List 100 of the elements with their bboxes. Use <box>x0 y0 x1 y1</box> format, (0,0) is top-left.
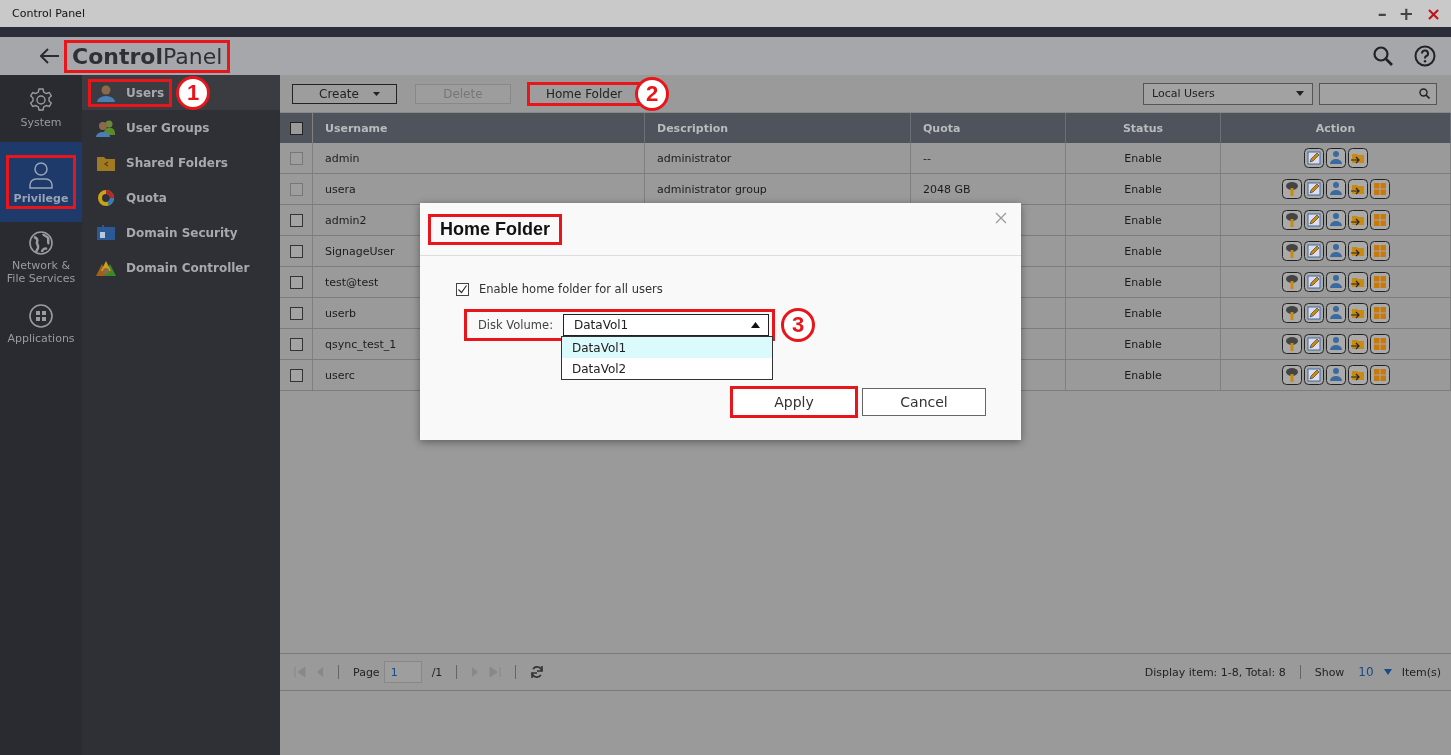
nav-label: System <box>19 117 63 130</box>
search-field[interactable] <box>1319 82 1437 105</box>
window-control[interactable]: + <box>1398 4 1414 23</box>
grid-icon[interactable] <box>1369 179 1390 199</box>
folder-share-icon[interactable] <box>1347 210 1368 230</box>
nav-item[interactable]: Privilege <box>0 142 82 222</box>
subnav-label: Domain Controller <box>126 260 250 275</box>
people-icon[interactable] <box>1325 179 1346 199</box>
table-cell: Enable <box>1124 306 1162 320</box>
column-header[interactable]: Description <box>645 113 911 143</box>
edit-icon[interactable] <box>1303 365 1324 385</box>
people-icon[interactable] <box>1325 241 1346 261</box>
nav-label: Applications <box>6 333 76 346</box>
table-cell: 2048 GB <box>923 182 971 196</box>
help-icon[interactable] <box>1414 45 1436 67</box>
row-checkbox[interactable] <box>290 275 303 289</box>
table-cell: admin <box>325 151 360 165</box>
key-icon[interactable] <box>1281 365 1302 385</box>
checkbox-label: Enable home folder for all users <box>479 282 663 296</box>
grid-icon[interactable] <box>1369 365 1390 385</box>
table-cell: test@test <box>325 275 379 289</box>
row-checkbox[interactable] <box>290 244 303 258</box>
grid-icon[interactable] <box>1369 272 1390 292</box>
window-title: Control Panel <box>12 7 86 20</box>
page-input[interactable]: 1 <box>383 661 422 683</box>
key-icon[interactable] <box>1281 210 1302 230</box>
column-header[interactable]: Action <box>1221 113 1451 143</box>
nav-item[interactable]: Applications <box>0 291 82 356</box>
grid-icon[interactable] <box>1369 334 1390 354</box>
folder-share-icon[interactable] <box>1347 303 1368 323</box>
toolbar-button[interactable]: Home Folder <box>528 83 640 104</box>
back-arrow-icon[interactable] <box>40 48 60 64</box>
folder-share-icon[interactable] <box>1347 365 1368 385</box>
folder-share-icon[interactable] <box>1347 148 1368 168</box>
subnav-label: User Groups <box>126 120 210 135</box>
key-icon[interactable] <box>1281 334 1302 354</box>
window-control[interactable]: – <box>1377 4 1387 23</box>
caret-icon <box>1296 91 1304 96</box>
refresh-icon[interactable] <box>530 665 545 679</box>
grid-icon[interactable] <box>1369 241 1390 261</box>
ring-chart-icon <box>96 188 116 207</box>
row-checkbox[interactable] <box>290 337 303 351</box>
edit-icon[interactable] <box>1303 241 1324 261</box>
folder-share-icon[interactable] <box>1347 179 1368 199</box>
table-cell: Enable <box>1124 275 1162 289</box>
edit-icon[interactable] <box>1303 210 1324 230</box>
item-summary: Display item: 1-8, Total: 8 <box>1144 665 1286 679</box>
dropdown-option[interactable]: DataVol2 <box>562 358 772 379</box>
grid-icon[interactable] <box>1369 210 1390 230</box>
edit-icon[interactable] <box>1303 179 1324 199</box>
toolbar-button[interactable]: Create <box>292 83 397 104</box>
key-icon[interactable] <box>1281 272 1302 292</box>
checkbox[interactable] <box>456 282 469 296</box>
caret-icon[interactable] <box>1383 669 1392 675</box>
dropdown-option[interactable]: DataVol1 <box>562 337 772 358</box>
subnav-item[interactable]: Shared Folders <box>82 145 280 180</box>
row-checkbox[interactable] <box>290 306 303 320</box>
folder-share-icon[interactable] <box>1347 272 1368 292</box>
callout-number: 3 <box>781 308 815 342</box>
folder-share-icon[interactable] <box>1347 334 1368 354</box>
search-icon[interactable] <box>1372 45 1394 67</box>
edit-icon[interactable] <box>1303 334 1324 354</box>
select-all-checkbox[interactable] <box>290 121 303 135</box>
user-icon <box>96 83 116 102</box>
window-control[interactable]: × <box>1425 4 1441 23</box>
subnav-item[interactable]: Domain Security <box>82 215 280 250</box>
volume-dropdown[interactable]: DataVol1 <box>563 314 769 336</box>
key-icon[interactable] <box>1281 179 1302 199</box>
filter-dropdown[interactable]: Local Users <box>1143 82 1313 105</box>
page-label: Page <box>353 665 380 679</box>
people-icon[interactable] <box>1325 210 1346 230</box>
subnav-item[interactable]: Domain Controller <box>82 250 280 285</box>
key-icon[interactable] <box>1281 303 1302 323</box>
table-cell: -- <box>923 151 931 165</box>
column-header[interactable]: Status <box>1066 113 1221 143</box>
column-header[interactable]: Quota <box>911 113 1066 143</box>
people-icon[interactable] <box>1325 334 1346 354</box>
nav-item[interactable]: Network & File Services <box>0 224 82 289</box>
people-icon[interactable] <box>1325 365 1346 385</box>
folder-share-icon[interactable] <box>1347 241 1368 261</box>
dialog-button[interactable]: Cancel <box>862 388 986 416</box>
grid-icon[interactable] <box>1369 303 1390 323</box>
subnav-item[interactable]: Users 1 <box>82 75 280 110</box>
key-icon[interactable] <box>1281 241 1302 261</box>
edit-icon[interactable] <box>1303 148 1324 168</box>
people-icon[interactable] <box>1325 148 1346 168</box>
people-icon[interactable] <box>1325 272 1346 292</box>
people-icon[interactable] <box>1325 303 1346 323</box>
dialog-button[interactable]: Apply <box>732 388 856 416</box>
close-icon[interactable] <box>995 212 1007 224</box>
subnav-item[interactable]: User Groups <box>82 110 280 145</box>
edit-icon[interactable] <box>1303 303 1324 323</box>
row-checkbox[interactable] <box>290 213 303 227</box>
nav-item[interactable]: System <box>0 75 82 140</box>
column-header[interactable]: Username <box>313 113 645 143</box>
page-size-select[interactable]: 10 <box>1358 665 1374 679</box>
edit-icon[interactable] <box>1303 272 1324 292</box>
row-checkbox[interactable] <box>290 368 303 382</box>
field-label: Disk Volume: <box>478 318 553 332</box>
subnav-item[interactable]: Quota <box>82 180 280 215</box>
